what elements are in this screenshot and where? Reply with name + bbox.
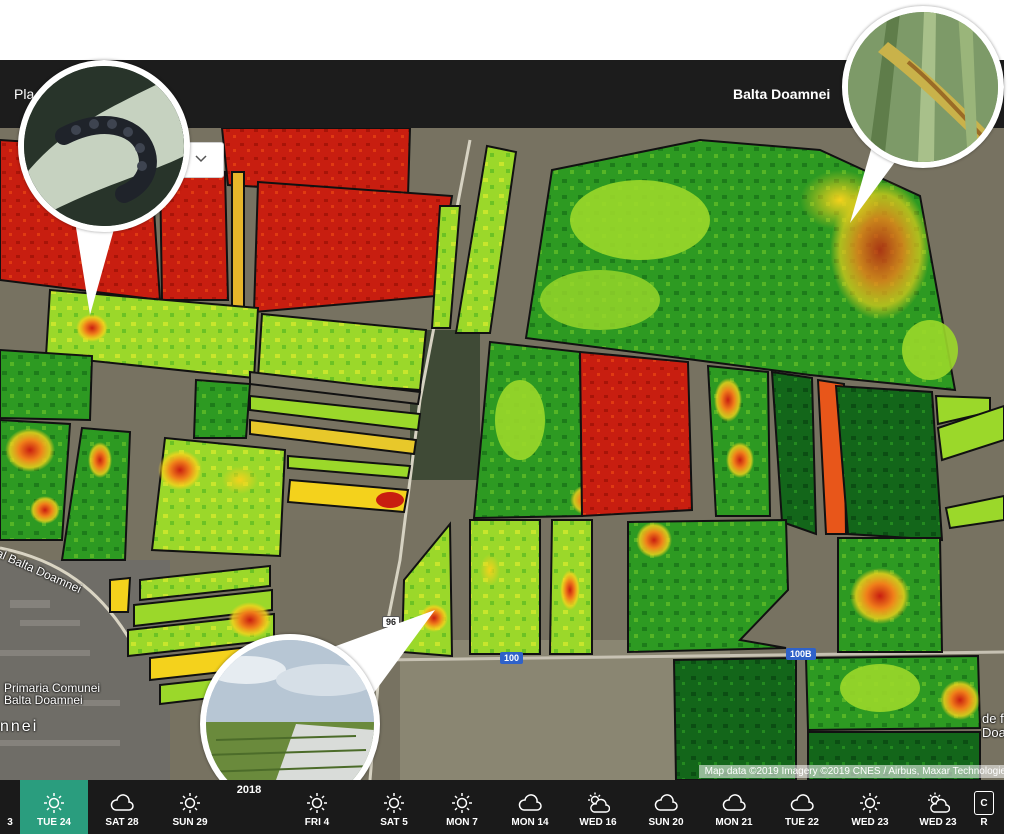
right-edge-label: de f Doa — [982, 711, 1004, 740]
calendar-label: R — [980, 817, 988, 828]
location-name[interactable]: Balta Doamnei — [733, 86, 830, 102]
date-timeline: 3 TUE 24 SAT 28 SUN 29 2018 FRI 4 SAT 5 — [0, 780, 1004, 834]
partly-cloudy-icon — [926, 791, 950, 815]
sun-icon — [383, 791, 405, 815]
timeline-day[interactable]: MON 7 — [428, 780, 496, 834]
day-label: WED 23 — [851, 817, 889, 828]
timeline-day[interactable]: SAT 5 — [360, 780, 428, 834]
timeline-day-active[interactable]: TUE 24 — [20, 780, 88, 834]
timeline-day[interactable]: WED 23 — [836, 780, 904, 834]
sun-icon — [179, 791, 201, 815]
calendar-icon: C — [974, 791, 994, 815]
timeline-day[interactable]: SAT 28 — [88, 780, 156, 834]
day-label: MON 7 — [446, 817, 478, 828]
timeline-day[interactable]: 3 — [0, 780, 20, 834]
timeline-day[interactable]: WED 16 — [564, 780, 632, 834]
day-label: 3 — [7, 817, 13, 828]
timeline-day[interactable]: MON 14 — [496, 780, 564, 834]
day-label: SUN 20 — [648, 817, 684, 828]
day-label: TUE 24 — [37, 817, 71, 828]
town-label: nnei — [0, 718, 39, 735]
pest-photo-bubble[interactable] — [18, 60, 190, 232]
day-label: FRI 4 — [304, 817, 330, 828]
road-label-100b: 100B — [786, 648, 816, 660]
cloud-icon — [110, 791, 134, 815]
day-label: SUN 29 — [172, 817, 208, 828]
wheat-leaf-icon — [848, 12, 998, 162]
map-attribution: Map data ©2019 Imagery ©2019 CNES / Airb… — [698, 765, 1017, 778]
year-label: 2018 — [236, 784, 262, 796]
timeline-year-marker: 2018 — [224, 780, 274, 834]
timeline-day[interactable]: MON 21 — [700, 780, 768, 834]
crop-disease-photo-bubble[interactable] — [842, 6, 1004, 168]
partly-cloudy-icon — [586, 791, 610, 815]
day-label: MON 21 — [715, 817, 753, 828]
chevron-down-icon — [195, 155, 207, 163]
road-label-100: 100 — [500, 652, 524, 664]
timeline-day[interactable]: SUN 20 — [632, 780, 700, 834]
cloud-icon — [518, 791, 542, 815]
day-label: SAT 28 — [105, 817, 139, 828]
sun-icon — [306, 791, 328, 815]
town-hall-label: Primaria Comunei Balta Doamnei — [4, 681, 101, 707]
caterpillar-icon — [24, 66, 184, 226]
calendar-button[interactable]: C R — [972, 780, 996, 834]
timeline-day[interactable]: FRI 4 — [274, 780, 360, 834]
day-label: MON 14 — [511, 817, 549, 828]
cloud-icon — [654, 791, 678, 815]
sun-icon — [451, 791, 473, 815]
cloud-icon — [790, 791, 814, 815]
day-label: SAT 5 — [380, 817, 408, 828]
sun-icon — [43, 791, 65, 815]
timeline-day[interactable]: SUN 29 — [156, 780, 224, 834]
timeline-day[interactable]: WED 23 — [904, 780, 972, 834]
day-label: WED 16 — [579, 817, 617, 828]
sun-icon — [859, 791, 881, 815]
day-label: TUE 22 — [785, 817, 819, 828]
day-label: WED 23 — [919, 817, 957, 828]
timeline-day[interactable]: TUE 22 — [768, 780, 836, 834]
cloud-icon — [722, 791, 746, 815]
